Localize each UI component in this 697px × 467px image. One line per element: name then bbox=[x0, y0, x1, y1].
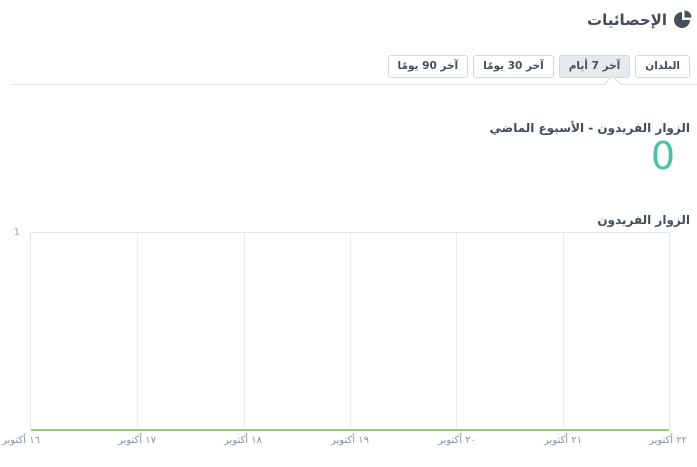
x-axis-label: ١٩ أكتوبر bbox=[331, 435, 369, 446]
x-axis: ١٦ أكتوبر ١٧ أكتوبر ١٨ أكتوبر ١٩ أكتوبر … bbox=[0, 435, 697, 449]
series-line-unique-visitors bbox=[31, 429, 669, 431]
chart-gridline bbox=[137, 233, 139, 430]
x-axis-label: ٢٢ أكتوبر bbox=[649, 435, 687, 446]
selected-filter-caret-icon bbox=[603, 75, 622, 94]
filter-button-last-90-days[interactable]: آخر 90 يومًا bbox=[387, 55, 469, 78]
chart-title-unique-visitors: الزوار الفريدون bbox=[597, 213, 690, 227]
x-axis-label: ٢١ أكتوبر bbox=[544, 435, 582, 446]
chart-gridline bbox=[456, 233, 458, 430]
filter-button-countries[interactable]: البلدان bbox=[635, 55, 690, 78]
filter-button-last-7-days[interactable]: آخر 7 أيام bbox=[558, 55, 631, 78]
x-axis-label: ١٧ أكتوبر bbox=[118, 435, 156, 446]
visitors-line-chart bbox=[30, 232, 670, 431]
stat-value-unique-visitors: 0 bbox=[650, 134, 675, 178]
page-header: الإحصائيات bbox=[587, 10, 692, 30]
filter-button-group: البلدان آخر 7 أيام آخر 30 يومًا آخر 90 ي… bbox=[387, 55, 690, 78]
x-axis-label: ١٨ أكتوبر bbox=[224, 435, 262, 446]
x-axis-label: ٢٠ أكتوبر bbox=[438, 435, 476, 446]
chart-gridline bbox=[350, 233, 351, 430]
y-axis-tick-top: 1 bbox=[13, 227, 20, 238]
pie-chart-icon bbox=[674, 10, 692, 28]
stat-label-unique-visitors-last-week: الزوار الفريدون - الأسبوع الماضي bbox=[489, 121, 691, 135]
x-axis-label: ١٦ أكتوبر bbox=[2, 435, 40, 446]
filter-button-last-30-days[interactable]: آخر 30 يومًا bbox=[473, 55, 554, 78]
chart-gridline bbox=[243, 233, 245, 430]
page-title: الإحصائيات bbox=[587, 11, 667, 29]
section-divider bbox=[12, 84, 697, 85]
chart-gridline bbox=[562, 233, 564, 430]
